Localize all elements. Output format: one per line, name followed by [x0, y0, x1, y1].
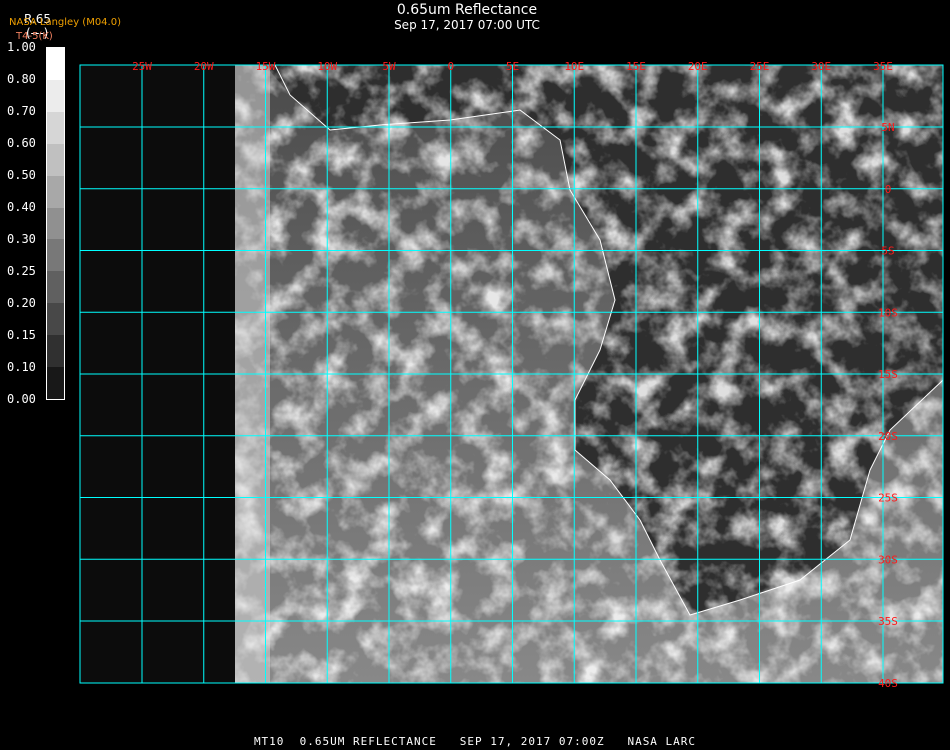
longitude-label: 25W: [132, 60, 152, 73]
footer-caption: MT10 0.65UM REFLECTANCE SEP 17, 2017 07:…: [253, 735, 697, 748]
latitude-label: 25S: [878, 492, 898, 505]
longitude-label: 5E: [506, 60, 519, 73]
longitude-label: 30E: [811, 60, 831, 73]
latitude-label: 30S: [878, 553, 898, 566]
longitude-label: 15W: [256, 60, 276, 73]
latitude-label: 5N: [881, 121, 894, 134]
longitude-label: 0: [447, 60, 454, 73]
longitude-label: 10W: [317, 60, 337, 73]
satellite-map: 25W 20W 15W 10W 5W 0 5E 10E 15E 20E 25E 30E 35E 5N 0 5S…: [79, 60, 944, 690]
longitude-label: 20W: [194, 60, 214, 73]
longitude-label: 35E: [873, 60, 893, 73]
latitude-label: 20S: [878, 430, 898, 443]
longitude-label: 20E: [688, 60, 708, 73]
latitude-label: 35S: [878, 615, 898, 628]
longitude-label: 10E: [564, 60, 584, 73]
latitude-label: 5S: [881, 245, 894, 258]
latitude-label: 10S: [878, 306, 898, 319]
longitude-label: 5W: [382, 60, 396, 73]
longitude-label: 15E: [626, 60, 646, 73]
latitude-label: 15S: [878, 368, 898, 381]
latitude-label: 40S: [878, 677, 898, 690]
longitude-label: 25E: [750, 60, 770, 73]
latitude-label: 0: [885, 183, 892, 196]
